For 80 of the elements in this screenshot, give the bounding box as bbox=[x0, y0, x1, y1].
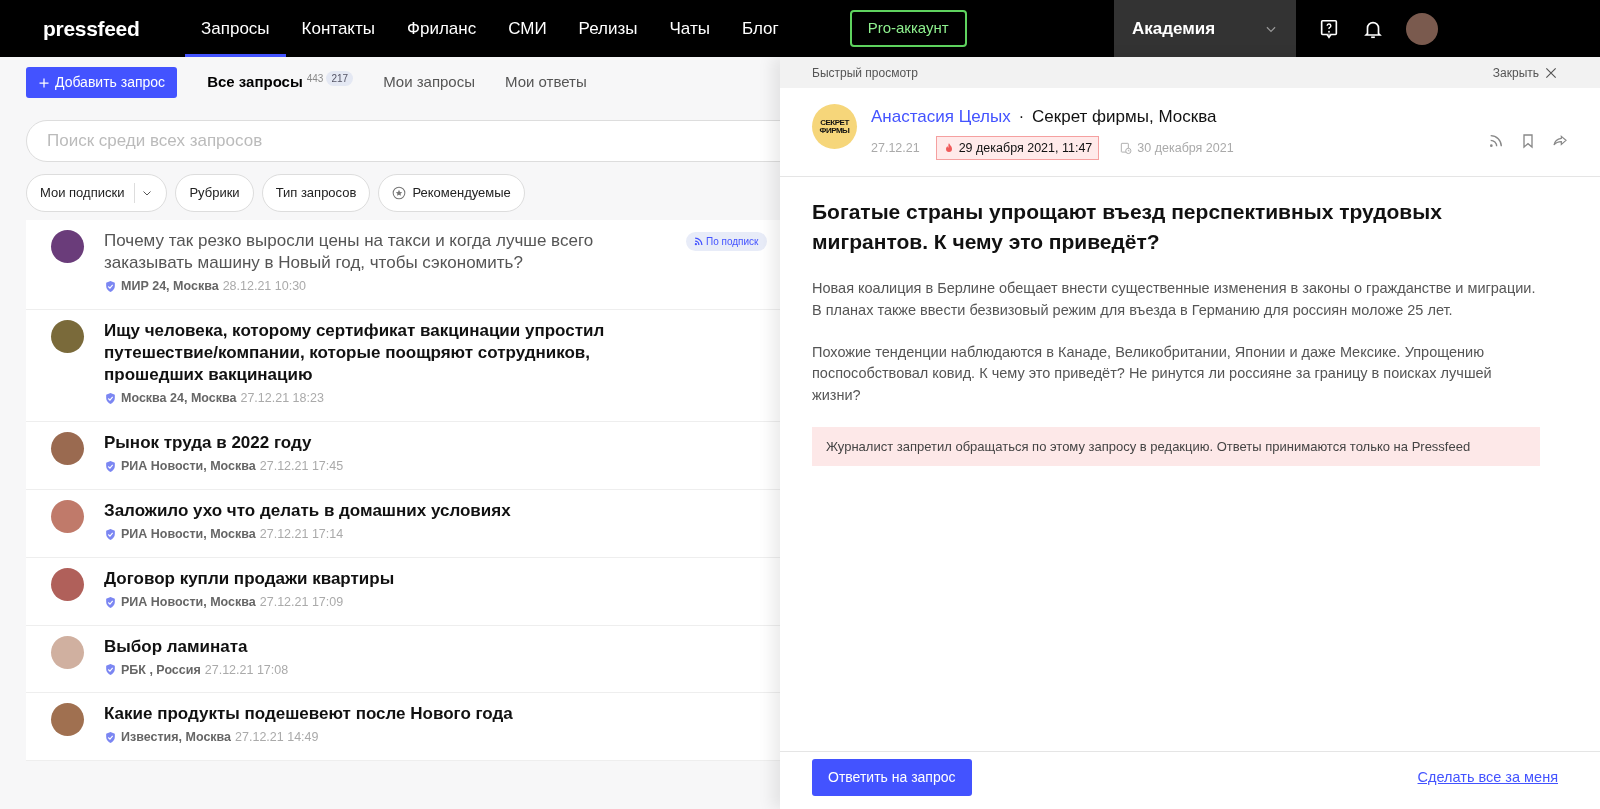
outlet-name: РБК , Россия bbox=[121, 661, 201, 679]
request-title: Почему так резко выросли цены на такси и когда лучше всего заказывать машину в Новый год, чтобы сэкономить? bbox=[104, 230, 595, 275]
add-request-button[interactable]: Добавить запрос bbox=[26, 67, 178, 98]
author-avatar bbox=[51, 319, 84, 353]
request-count: 443 bbox=[306, 72, 324, 87]
search-field[interactable]: Поиск среди всех запросов bbox=[26, 120, 780, 162]
verified-shield-icon bbox=[104, 731, 117, 745]
nav-link[interactable]: Блог bbox=[725, 0, 795, 57]
request-heading: Богатые страны упрощают въезд перспективных трудовых мигрантов. К чему это приведёт? bbox=[812, 199, 1443, 255]
filter-chip[interactable]: Мои подписки bbox=[26, 174, 168, 212]
request-date: 27.12.21 17:45 bbox=[259, 458, 344, 476]
request-text: Похожие тенденции наблюдаются в Канаде, Великобритании, Японии и даже Мексике. Упрощению поспособствовал ковид. К чему это приведёт? Не ринутся ли россияне за границу в поисках лучшей жизни? bbox=[812, 342, 1493, 406]
request-title: Рынок труда в 2022 году bbox=[104, 431, 313, 454]
subscription-tag: По подписк bbox=[686, 232, 767, 251]
request-date: 27.12.21 17:09 bbox=[259, 593, 344, 611]
warning-notice: Журналист запретил обращаться по этому запросу в редакцию. Ответы принимаются только на Pressfeed bbox=[812, 426, 1540, 467]
rss-icon[interactable] bbox=[1488, 133, 1504, 150]
pro-account-button[interactable]: Pro-аккаунт bbox=[849, 10, 967, 47]
request-date: 27.12.21 14:49 bbox=[235, 729, 319, 747]
verified-shield-icon bbox=[104, 392, 117, 406]
verified-shield-icon bbox=[104, 595, 117, 609]
outlet-name: Москва 24, Москва bbox=[121, 390, 237, 408]
request-date: 27.12.21 18:23 bbox=[240, 390, 324, 408]
verified-shield-icon bbox=[104, 280, 117, 294]
request-title: Какие продукты подешевеют после Нового года bbox=[104, 703, 513, 726]
request-title: Выбор ламината bbox=[104, 635, 249, 658]
outlet-name: Известия, Москва bbox=[121, 729, 232, 747]
request-date: 27.12.21 bbox=[871, 139, 920, 157]
nav-link[interactable]: Запросы bbox=[185, 0, 286, 57]
outlet-logo: СЕКРЕТ ФИРМЫ bbox=[812, 104, 857, 149]
request-title: Ищу человека, которому сертификат вакцинации упростил путешествие/компании, которые поощряют сотрудников, прошедших вакцинацию bbox=[104, 319, 606, 387]
author-avatar bbox=[51, 635, 84, 669]
calendar-clock-icon bbox=[1119, 140, 1134, 155]
reply-button[interactable]: Ответить на запрос bbox=[812, 759, 972, 796]
outlet-name: МИР 24, Москва bbox=[121, 278, 219, 296]
nav-link[interactable]: Релизы bbox=[562, 0, 654, 57]
panel-title: Быстрый просмотр bbox=[812, 64, 918, 82]
nav-link[interactable]: Фриланс bbox=[391, 0, 493, 57]
author-avatar bbox=[51, 230, 84, 263]
close-button[interactable]: Закрыть bbox=[1492, 63, 1558, 82]
request-title: Договор купли продажи квартиры bbox=[104, 567, 395, 590]
filter-tab[interactable]: Мои запросы bbox=[383, 71, 475, 94]
plus-icon bbox=[38, 76, 50, 89]
request-text: Новая коалиция в Берлине обещает внести существенные изменения в законы о гражданстве и миграции. В планах также ввести безвизовый режим для въезда в Германию для россиян моложе 25 лет. bbox=[812, 279, 1537, 320]
outlet-name: РИА Новости, Москва bbox=[121, 525, 256, 543]
author-avatar bbox=[51, 499, 84, 533]
outlet-name: РИА Новости, Москва bbox=[121, 458, 256, 476]
separator-dot: · bbox=[1018, 106, 1025, 127]
request-date: 28.12.21 10:30 bbox=[222, 278, 307, 296]
site-logo[interactable]: pressfeed bbox=[0, 0, 185, 57]
filter-chip[interactable]: Тип запросов bbox=[261, 174, 371, 212]
author-avatar bbox=[51, 567, 84, 601]
request-date: 27.12.21 17:08 bbox=[204, 661, 289, 679]
filter-chip[interactable]: Рубрики bbox=[175, 174, 254, 212]
author-avatar bbox=[51, 703, 84, 737]
rss-icon bbox=[694, 237, 703, 246]
outlet-name: РИА Новости, Москва bbox=[121, 593, 256, 611]
filter-tab[interactable]: Все запросы 443 217 bbox=[207, 71, 354, 94]
nav-link[interactable]: Чаты bbox=[653, 0, 726, 57]
verified-shield-icon bbox=[104, 527, 117, 541]
request-date: 27.12.21 17:14 bbox=[259, 525, 344, 543]
author-link[interactable]: Анастасия Целых bbox=[871, 104, 1011, 130]
author-avatar bbox=[51, 431, 84, 465]
publish-date: 30 декабря 2021 bbox=[1137, 139, 1234, 157]
outlet-name: Секрет фирмы, Москва bbox=[1032, 106, 1217, 128]
nav-link[interactable]: Контакты bbox=[285, 0, 391, 57]
filter-chip[interactable]: Рекомендуемые bbox=[378, 174, 525, 212]
verified-shield-icon bbox=[104, 663, 117, 677]
academy-dropdown[interactable]: Академия bbox=[1114, 0, 1296, 57]
verified-shield-icon bbox=[104, 459, 117, 473]
help-icon[interactable] bbox=[1318, 17, 1340, 40]
request-title: Заложило ухо что делать в домашних условиях bbox=[104, 499, 511, 522]
user-avatar[interactable] bbox=[1406, 12, 1438, 45]
nav-link[interactable]: СМИ bbox=[492, 0, 563, 57]
filter-tab[interactable]: Мои ответы bbox=[505, 71, 587, 94]
delegate-link[interactable]: Сделать все за меня bbox=[1417, 766, 1558, 789]
bookmark-icon[interactable] bbox=[1520, 133, 1536, 150]
deadline-badge: 29 декабря 2021, 11:47 bbox=[935, 135, 1100, 161]
close-icon bbox=[1544, 65, 1558, 80]
count-badge: 217 bbox=[326, 71, 354, 87]
